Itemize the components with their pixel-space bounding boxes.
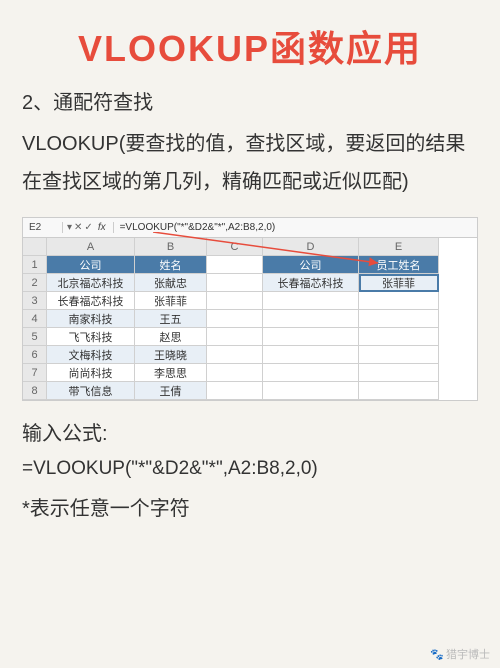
formula-bar: E2 ▾ ✕ ✓ fx =VLOOKUP("*"&D2&"*",A2:B8,2,… <box>23 218 477 238</box>
cell[interactable] <box>207 292 263 310</box>
cell[interactable] <box>207 256 263 274</box>
row-header[interactable]: 6 <box>23 346 47 364</box>
cell[interactable] <box>359 382 439 400</box>
cell[interactable]: 南家科技 <box>47 310 135 328</box>
cell[interactable]: 王五 <box>135 310 207 328</box>
row-header[interactable]: 5 <box>23 328 47 346</box>
cell[interactable]: 公司 <box>263 256 359 274</box>
cell[interactable]: 北京福芯科技 <box>47 274 135 292</box>
watermark-text: 猎宇博士 <box>446 649 490 661</box>
cell[interactable] <box>207 364 263 382</box>
row-header[interactable]: 3 <box>23 292 47 310</box>
cell[interactable] <box>207 346 263 364</box>
cell[interactable]: 飞飞科技 <box>47 328 135 346</box>
cell[interactable] <box>359 328 439 346</box>
cell[interactable] <box>359 364 439 382</box>
watermark: 🐾猎宇博士 <box>430 646 490 662</box>
dropdown-icon[interactable]: ▾ <box>67 222 72 233</box>
cell[interactable]: 王晓晓 <box>135 346 207 364</box>
cell[interactable]: 尚尚科技 <box>47 364 135 382</box>
cell[interactable]: 员工姓名 <box>359 256 439 274</box>
cell[interactable] <box>263 310 359 328</box>
cell[interactable] <box>263 364 359 382</box>
col-header-c[interactable]: C <box>207 238 263 256</box>
formula-controls: ▾ ✕ ✓ fx <box>63 222 114 233</box>
col-header-d[interactable]: D <box>263 238 359 256</box>
page-title: VLOOKUP函数应用 <box>22 20 478 72</box>
cell[interactable]: 赵思 <box>135 328 207 346</box>
section-subtitle: 2、通配符查找 <box>22 86 478 115</box>
row-header[interactable]: 7 <box>23 364 47 382</box>
row-header[interactable]: 8 <box>23 382 47 400</box>
cell[interactable]: 文梅科技 <box>47 346 135 364</box>
row-header[interactable]: 2 <box>23 274 47 292</box>
col-header-a[interactable]: A <box>47 238 135 256</box>
wildcard-note: *表示任意一个字符 <box>22 492 478 521</box>
cell[interactable] <box>207 382 263 400</box>
cell[interactable]: 带飞信息 <box>47 382 135 400</box>
formula-input[interactable]: =VLOOKUP("*"&D2&"*",A2:B8,2,0) <box>114 222 477 233</box>
cancel-icon[interactable]: ✕ <box>74 222 82 233</box>
cell[interactable] <box>359 292 439 310</box>
row-header[interactable]: 4 <box>23 310 47 328</box>
cell[interactable] <box>359 310 439 328</box>
cell-selected[interactable]: 张菲菲 <box>359 274 439 292</box>
cell[interactable] <box>263 292 359 310</box>
cell[interactable] <box>263 346 359 364</box>
sheet-grid[interactable]: A B C D E 1 公司 姓名 公司 员工姓名 2 北京福芯科技 张献忠 长… <box>23 238 477 400</box>
cell-reference-box[interactable]: E2 <box>23 222 63 233</box>
cell[interactable]: 长春福芯科技 <box>263 274 359 292</box>
cell[interactable]: 王倩 <box>135 382 207 400</box>
fx-icon[interactable]: fx <box>95 222 109 233</box>
cell[interactable] <box>263 382 359 400</box>
spreadsheet-container: E2 ▾ ✕ ✓ fx =VLOOKUP("*"&D2&"*",A2:B8,2,… <box>22 217 478 401</box>
col-header-b[interactable]: B <box>135 238 207 256</box>
corner-cell[interactable] <box>23 238 47 256</box>
cell[interactable]: 姓名 <box>135 256 207 274</box>
paw-icon: 🐾 <box>430 649 444 661</box>
function-description: VLOOKUP(要查找的值，查找区域，要返回的结果在查找区域的第几列，精确匹配或… <box>22 125 478 201</box>
cell[interactable]: 长春福芯科技 <box>47 292 135 310</box>
cell[interactable]: 张献忠 <box>135 274 207 292</box>
cell[interactable] <box>263 328 359 346</box>
cell[interactable] <box>207 274 263 292</box>
input-formula: =VLOOKUP("*"&D2&"*",A2:B8,2,0) <box>22 458 478 480</box>
row-header[interactable]: 1 <box>23 256 47 274</box>
input-label: 输入公式: <box>22 417 478 446</box>
cell[interactable] <box>359 346 439 364</box>
cell[interactable]: 李思思 <box>135 364 207 382</box>
cell[interactable]: 张菲菲 <box>135 292 207 310</box>
confirm-icon[interactable]: ✓ <box>84 222 92 233</box>
col-header-e[interactable]: E <box>359 238 439 256</box>
cell[interactable] <box>207 328 263 346</box>
cell[interactable]: 公司 <box>47 256 135 274</box>
cell[interactable] <box>207 310 263 328</box>
